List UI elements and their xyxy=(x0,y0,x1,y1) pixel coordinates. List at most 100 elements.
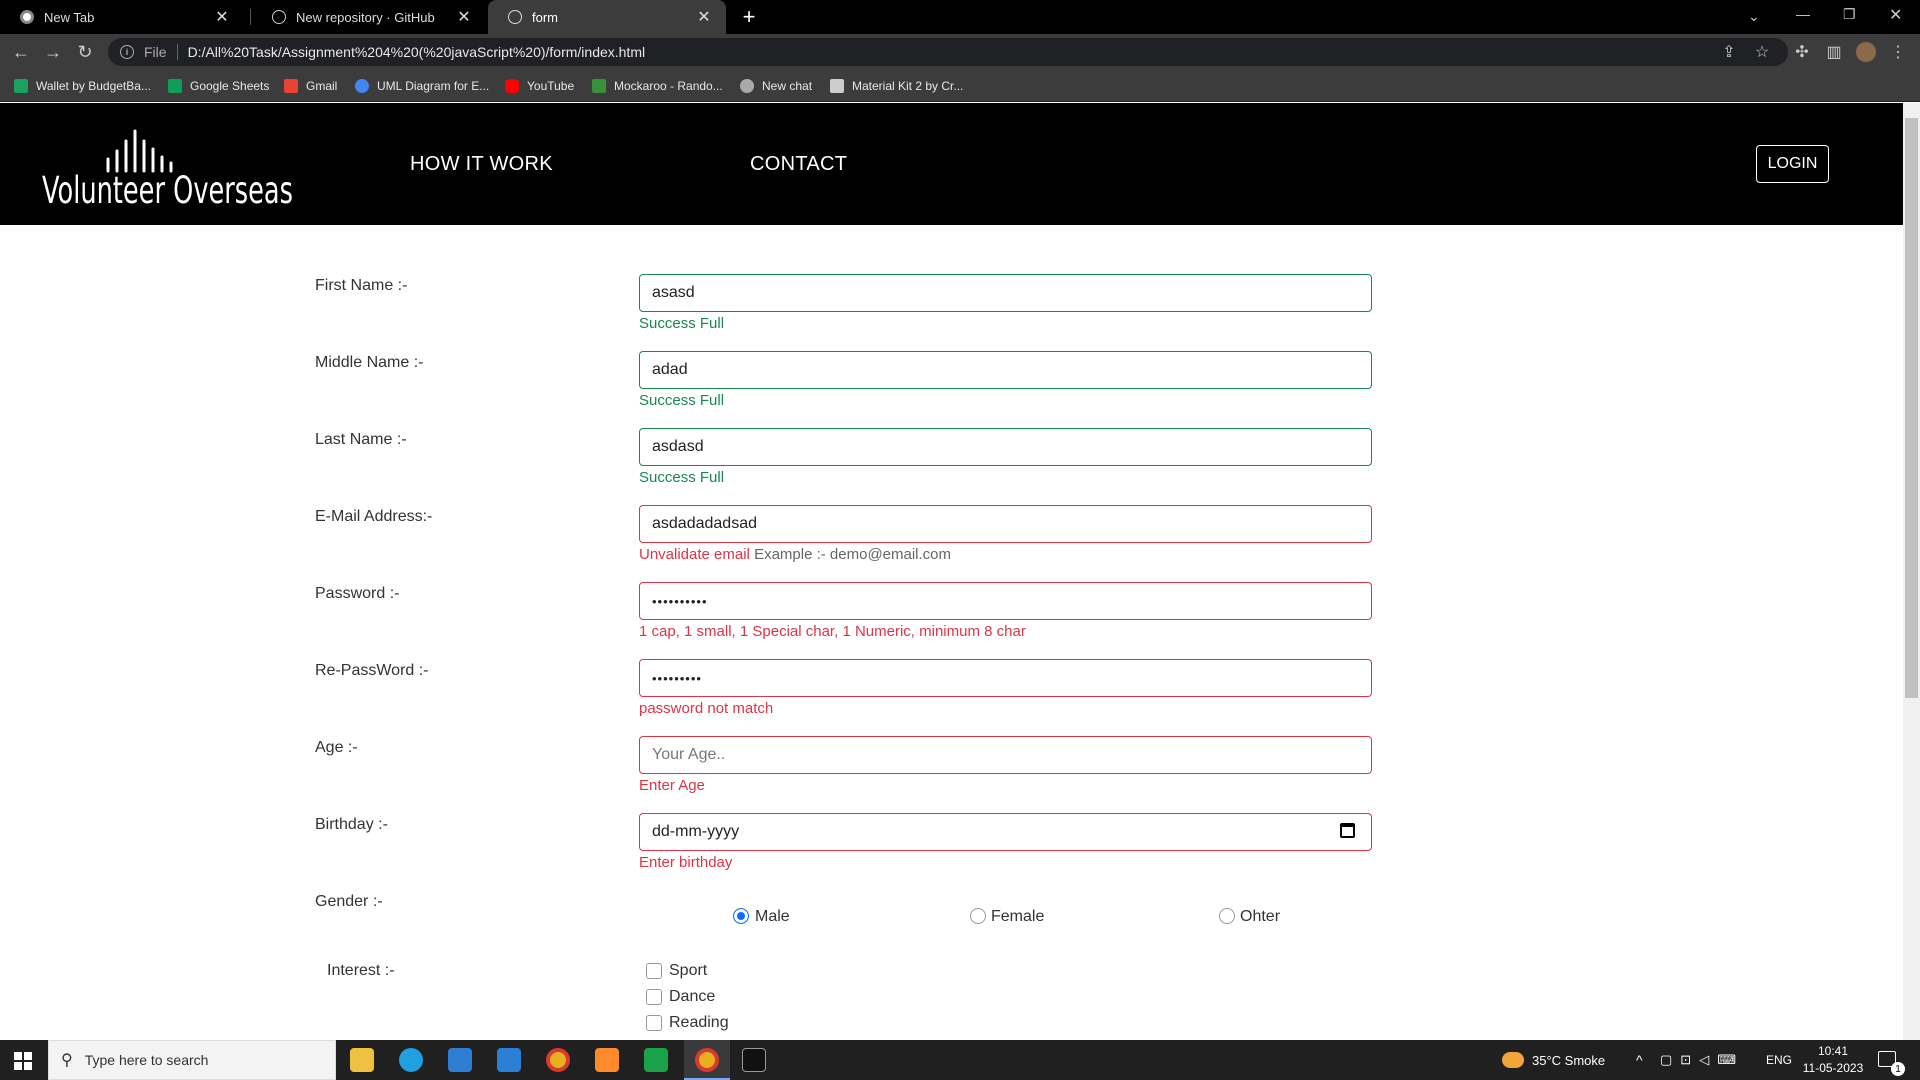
tab-form[interactable]: form ✕ xyxy=(488,0,726,34)
keyboard-icon: ⌨ xyxy=(1717,1052,1736,1067)
first-name-input[interactable]: asasd xyxy=(639,274,1372,312)
terminal-icon[interactable] xyxy=(742,1048,766,1072)
bookmark-item[interactable]: Mockaroo - Rando... xyxy=(592,77,723,95)
birthday-input[interactable]: dd-mm-yyyy xyxy=(639,813,1372,851)
weather-text: 35°C Smoke xyxy=(1532,1052,1606,1068)
close-icon[interactable]: ✕ xyxy=(694,7,714,27)
active-chrome-slot[interactable] xyxy=(684,1040,730,1080)
address-url[interactable]: D:/All%20Task/Assignment%204%20(%20javaS… xyxy=(188,44,646,60)
clock[interactable]: 10:41 11-05-2023 xyxy=(1800,1043,1866,1077)
last-name-input[interactable]: asdasd xyxy=(639,428,1372,466)
interest-dance-checkbox[interactable] xyxy=(646,989,662,1005)
bookmark-item[interactable]: New chat xyxy=(740,77,812,95)
menu-kebab-icon[interactable]: ⋮ xyxy=(1888,42,1908,62)
share-icon[interactable]: ⇪ xyxy=(1719,42,1739,62)
calendar-icon[interactable] xyxy=(1340,823,1355,838)
last-name-label: Last Name :- xyxy=(315,431,407,448)
profile-avatar[interactable] xyxy=(1856,42,1876,62)
scrollbar-thumb[interactable] xyxy=(1905,118,1918,698)
page-viewport: Volunteer Overseas HOW IT WORK CONTACT L… xyxy=(0,103,1903,1040)
middle-name-message: Success Full xyxy=(639,392,725,409)
logo-text: Volunteer Overseas xyxy=(42,169,293,207)
close-icon[interactable]: ✕ xyxy=(212,7,232,27)
age-label: Age :- xyxy=(315,739,358,756)
edge-icon[interactable] xyxy=(399,1048,423,1072)
weather-widget[interactable]: 35°C Smoke xyxy=(1502,1040,1605,1080)
bookmark-item[interactable]: Gmail xyxy=(284,77,337,95)
gender-other-label[interactable]: Ohter xyxy=(1240,908,1280,926)
volunteer-overseas-logo[interactable]: Volunteer Overseas xyxy=(40,127,295,207)
birthday-label: Birthday :- xyxy=(315,816,388,833)
password-input[interactable]: •••••••••• xyxy=(639,582,1372,620)
tab-github[interactable]: New repository · GitHub ✕ xyxy=(252,0,486,34)
sublime-icon[interactable] xyxy=(595,1048,619,1072)
tray-icons[interactable]: ▢ ⊡ ◁ ⌨ xyxy=(1660,1040,1736,1080)
interest-sport-checkbox[interactable] xyxy=(646,963,662,979)
side-panel-icon[interactable]: ▥ xyxy=(1824,42,1844,62)
clock-date: 11-05-2023 xyxy=(1802,1061,1864,1075)
interest-dance-label[interactable]: Dance xyxy=(669,988,715,1006)
address-bar[interactable]: i File D:/All%20Task/Assignment%204%20(%… xyxy=(108,38,1788,66)
gender-female-radio[interactable] xyxy=(970,908,986,924)
bookmark-item[interactable]: Material Kit 2 by Cr... xyxy=(830,77,963,95)
restore-icon[interactable]: ❐ xyxy=(1843,6,1856,23)
new-tab-button[interactable]: + xyxy=(736,4,762,30)
tab-title: form xyxy=(532,9,558,25)
middle-name-input[interactable]: adad xyxy=(639,351,1372,389)
bookmark-label: Wallet by BudgetBa... xyxy=(36,79,151,93)
tab-new-tab[interactable]: New Tab ✕ xyxy=(0,0,244,34)
windows-taskbar: ⚲ Type here to search 35°C Smoke ^ ▢ ⊡ ◁… xyxy=(0,1040,1920,1080)
uml-icon xyxy=(355,79,369,93)
gmail-icon xyxy=(284,79,298,93)
address-divider xyxy=(176,44,178,60)
bookmark-label: YouTube xyxy=(527,79,575,93)
window-close-icon[interactable]: ✕ xyxy=(1889,5,1902,25)
bookmark-label: New chat xyxy=(762,79,813,93)
site-info-icon[interactable]: i xyxy=(120,45,134,59)
gender-male-radio[interactable] xyxy=(733,908,749,924)
mail-icon[interactable] xyxy=(497,1048,521,1072)
bookmark-item[interactable]: UML Diagram for E... xyxy=(355,77,489,95)
password-label: Password :- xyxy=(315,585,400,602)
clock-time: 10:41 xyxy=(1817,1044,1849,1058)
tray-chevron-icon[interactable]: ^ xyxy=(1636,1040,1643,1080)
interest-reading-checkbox[interactable] xyxy=(646,1015,662,1031)
chrome-active-icon xyxy=(695,1048,719,1072)
email-input[interactable]: asdadadadsad xyxy=(639,505,1372,543)
back-icon[interactable]: ← xyxy=(6,34,36,70)
nav-how-it-work[interactable]: HOW IT WORK xyxy=(410,153,553,176)
bookmark-item[interactable]: Google Sheets xyxy=(168,77,269,95)
site-navbar: Volunteer Overseas HOW IT WORK CONTACT L… xyxy=(0,103,1903,225)
interest-sport-label[interactable]: Sport xyxy=(669,962,707,980)
tab-search-icon[interactable]: ⌄ xyxy=(1748,8,1760,25)
forward-icon[interactable]: → xyxy=(38,34,68,70)
gender-female-label[interactable]: Female xyxy=(991,908,1044,926)
bookmark-item[interactable]: Wallet by BudgetBa... xyxy=(14,77,151,95)
notification-badge: 1 xyxy=(1891,1062,1905,1076)
interest-reading-label[interactable]: Reading xyxy=(669,1014,729,1032)
store-icon[interactable] xyxy=(448,1048,472,1072)
repassword-input[interactable]: ••••••••• xyxy=(639,659,1372,697)
bookmark-item[interactable]: YouTube xyxy=(505,77,574,95)
reload-icon[interactable]: ↻ xyxy=(70,34,100,70)
windows-start-icon[interactable] xyxy=(14,1052,32,1070)
bookmarks-bar: Wallet by BudgetBa... Google Sheets Gmai… xyxy=(0,70,1920,102)
bookmark-label: Material Kit 2 by Cr... xyxy=(852,79,964,93)
email-hint-text: Example :- demo@email.com xyxy=(754,546,952,563)
file-explorer-icon[interactable] xyxy=(350,1048,374,1072)
sheets-icon xyxy=(168,79,182,93)
chrome-taskbar-icon[interactable] xyxy=(546,1048,570,1072)
green-app-icon[interactable] xyxy=(644,1048,668,1072)
close-icon[interactable]: ✕ xyxy=(454,7,474,27)
nav-contact[interactable]: CONTACT xyxy=(750,153,847,176)
gender-male-label[interactable]: Male xyxy=(755,908,790,926)
language-indicator[interactable]: ENG xyxy=(1766,1040,1792,1080)
login-button[interactable]: LOGIN xyxy=(1756,145,1829,183)
bookmark-star-icon[interactable]: ☆ xyxy=(1752,42,1772,62)
minimize-icon[interactable]: — xyxy=(1796,6,1810,22)
taskbar-search-box[interactable]: ⚲ Type here to search xyxy=(48,1040,336,1080)
gender-other-radio[interactable] xyxy=(1219,908,1235,924)
age-input[interactable]: Your Age.. xyxy=(639,736,1372,774)
tab-separator xyxy=(250,9,251,25)
extensions-icon[interactable]: ✣ xyxy=(1792,42,1812,62)
